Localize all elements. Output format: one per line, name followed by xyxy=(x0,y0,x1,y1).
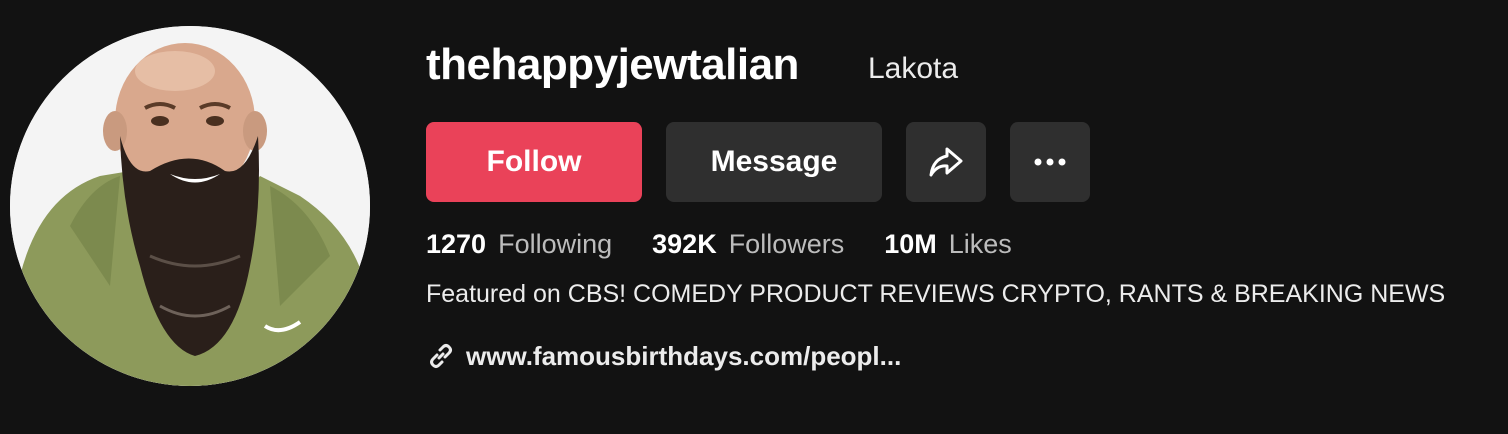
stat-likes: 10M Likes xyxy=(884,229,1012,260)
followers-label: Followers xyxy=(728,228,845,259)
follow-button-label: Follow xyxy=(486,145,582,178)
avatar-image xyxy=(10,26,370,386)
share-arrow-icon xyxy=(929,147,963,177)
message-button[interactable]: Message xyxy=(666,122,882,202)
profile-link-text[interactable]: www.famousbirthdays.com/peopl... xyxy=(466,341,901,372)
follow-button[interactable]: Follow xyxy=(426,122,642,202)
followers-count: 392K xyxy=(652,228,717,259)
message-button-label: Message xyxy=(710,145,838,178)
following-label: Following xyxy=(498,228,613,259)
link-icon xyxy=(426,340,458,372)
profile-stats: 1270 Following 392K Followers 10M Likes xyxy=(426,226,1052,262)
stat-followers[interactable]: 392K Followers xyxy=(652,229,844,260)
following-count: 1270 xyxy=(426,228,487,259)
stat-following[interactable]: 1270 Following xyxy=(426,229,612,260)
likes-count: 10M xyxy=(884,228,937,259)
profile-link[interactable]: www.famousbirthdays.com/peopl... xyxy=(426,338,901,374)
share-button[interactable] xyxy=(906,122,986,202)
profile-nickname: Lakota xyxy=(868,52,959,85)
likes-label: Likes xyxy=(948,228,1012,259)
profile-username: thehappyjewtalian xyxy=(426,40,799,89)
more-dots-icon xyxy=(1034,158,1066,166)
profile-bio: Featured on CBS! COMEDY PRODUCT REVIEWS … xyxy=(426,280,1446,308)
profile-avatar[interactable] xyxy=(10,26,370,386)
more-options-button[interactable] xyxy=(1010,122,1090,202)
